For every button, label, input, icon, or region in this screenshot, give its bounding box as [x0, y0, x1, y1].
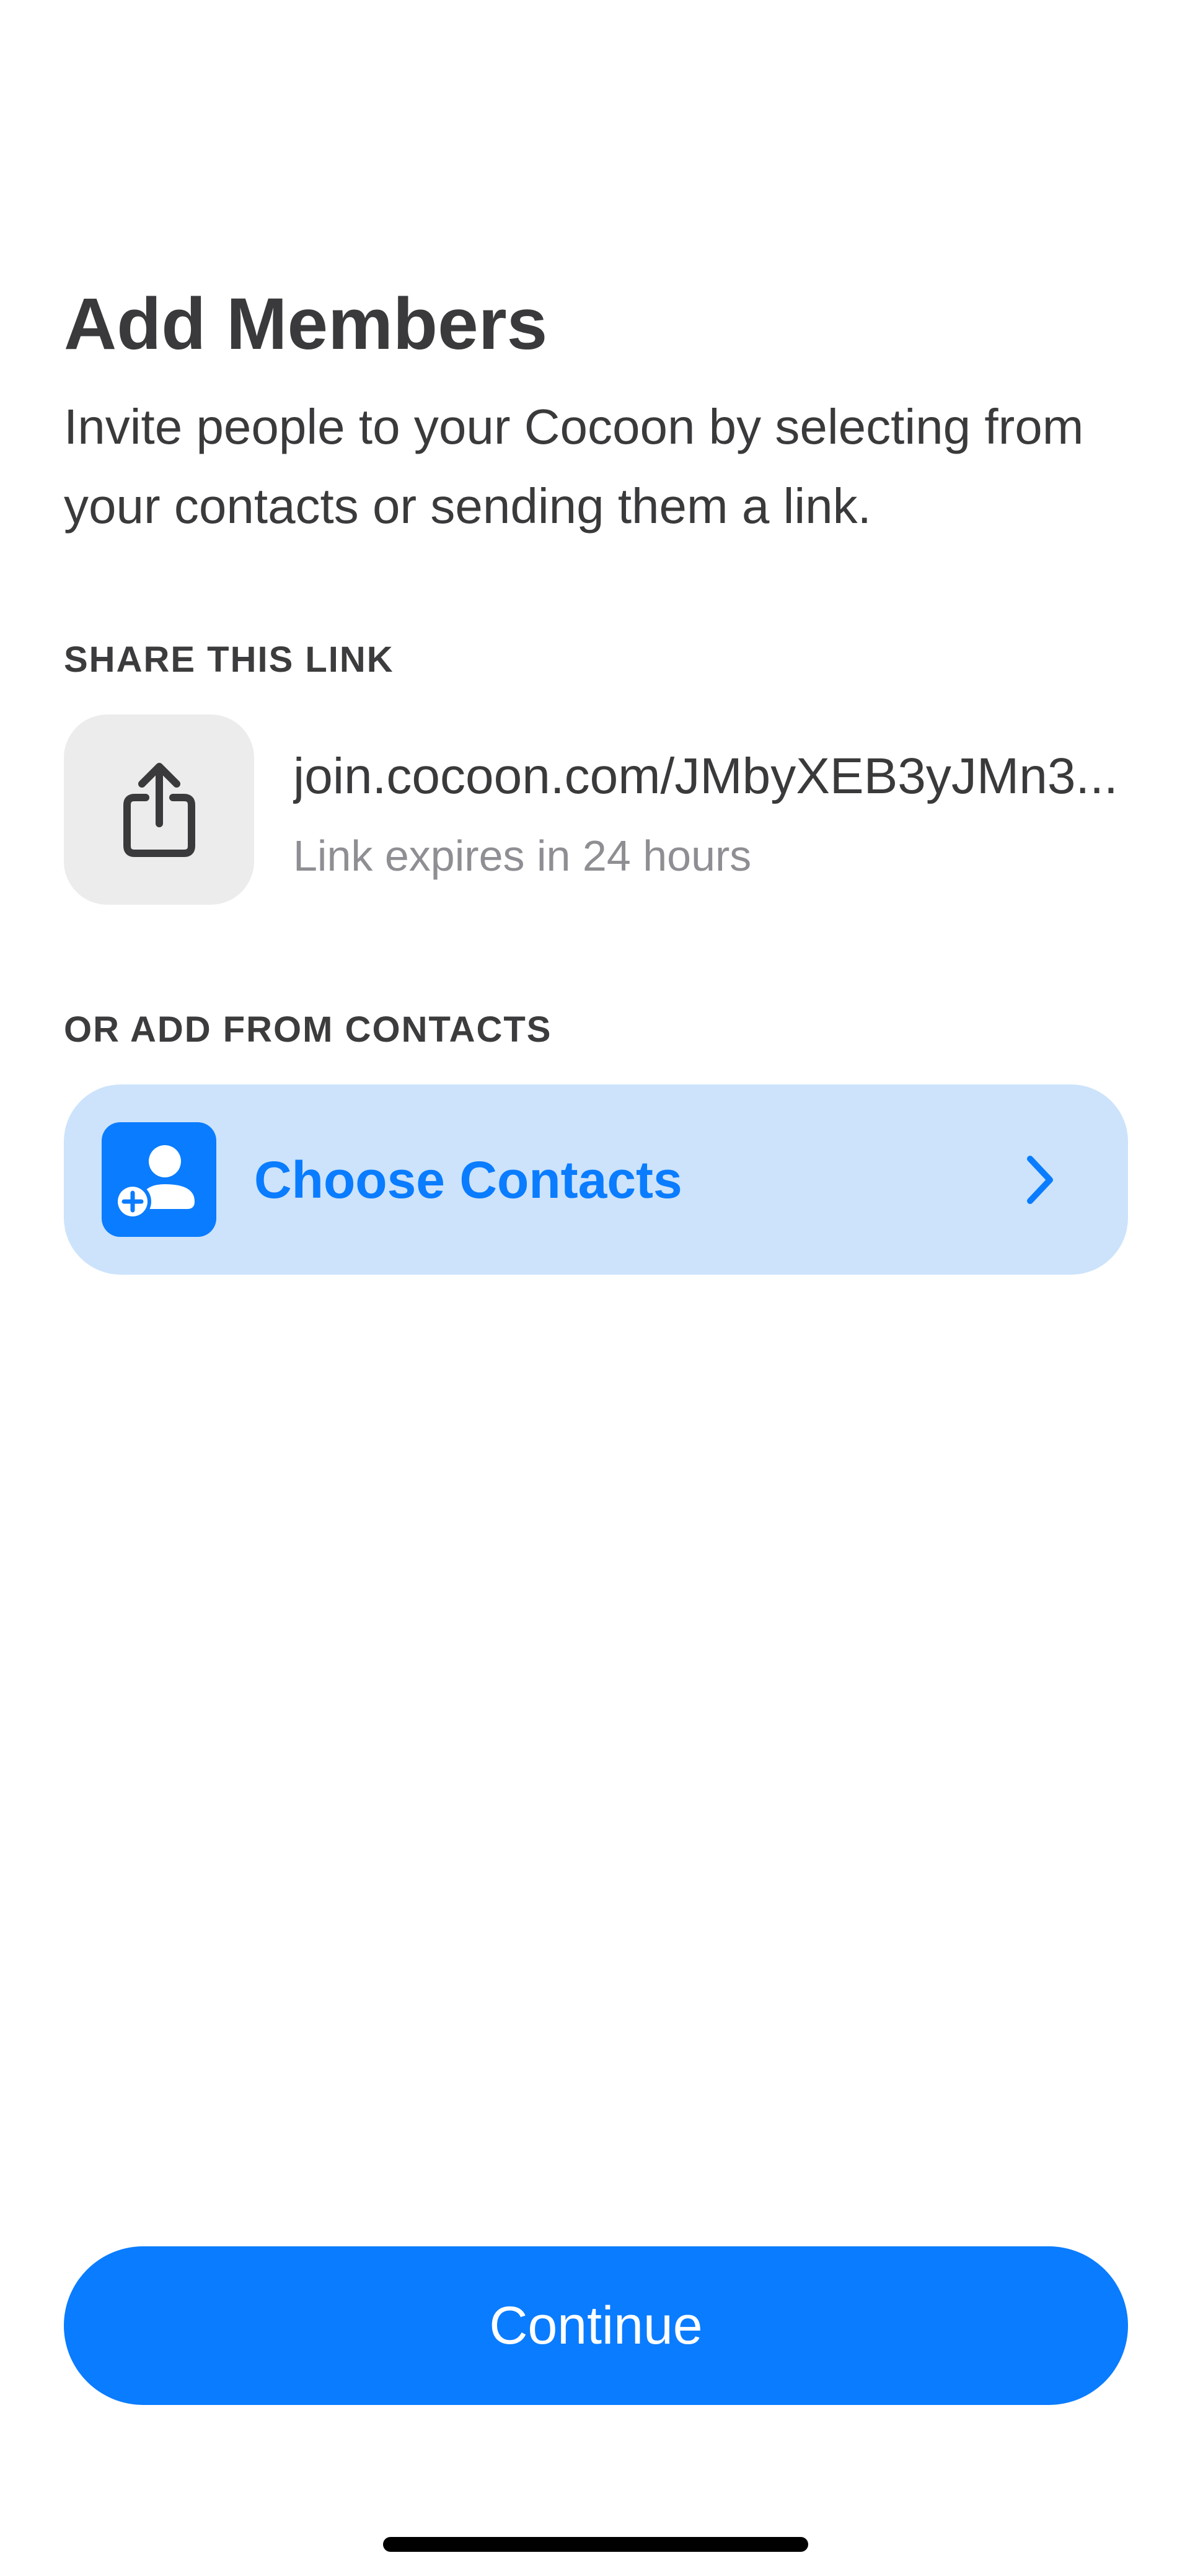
share-icon	[123, 763, 195, 857]
share-button[interactable]	[64, 714, 254, 905]
add-person-icon	[114, 1145, 195, 1220]
continue-button[interactable]: Continue	[64, 2246, 1128, 2405]
choose-contacts-label: Choose Contacts	[254, 1151, 682, 1209]
contacts-section-label: OR ADD FROM CONTACTS	[64, 1009, 552, 1050]
share-section-label: SHARE THIS LINK	[64, 640, 394, 680]
invite-link[interactable]: join.cocoon.com/JMbyXEB3yJMn3...	[293, 742, 1128, 811]
link-expiry-text: Link expires in 24 hours	[293, 832, 752, 880]
chevron-right-icon	[1027, 1156, 1053, 1204]
choose-contacts-button[interactable]: Choose Contacts	[64, 1084, 1128, 1275]
home-indicator[interactable]	[383, 2537, 808, 2552]
page-title: Add Members	[64, 283, 548, 365]
contacts-icon-tile	[102, 1122, 216, 1237]
page-subtitle: Invite people to your Cocoon by selectin…	[64, 399, 1084, 534]
share-link-row[interactable]: join.cocoon.com/JMbyXEB3yJMn3... Link ex…	[64, 714, 1128, 905]
